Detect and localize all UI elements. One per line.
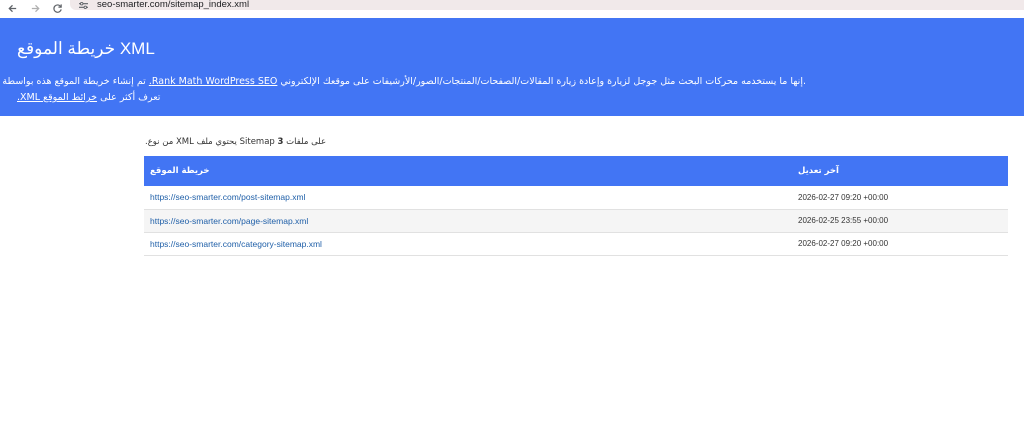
summary-post: .من نوع XML يحتوي ملف Sitemap [145, 137, 275, 147]
browser-toolbar: seo-smarter.com/sitemap_index.xml [0, 0, 1024, 18]
learn-more-text: تعرف أكثر على [100, 92, 161, 103]
url-text[interactable]: seo-smarter.com/sitemap_index.xml [97, 0, 249, 10]
description-text: .إنها ما يستخدمه محركات البحث مثل جوجل ل… [280, 76, 806, 87]
description-tail: تم إنشاء خريطة الموقع هذه بواسطة إضافة [0, 76, 146, 87]
sitemap-link[interactable]: https://seo-smarter.com/page-sitemap.xml [150, 216, 308, 226]
page-title: خريطة الموقع XML [17, 39, 155, 58]
sitemap-summary: .من نوع XML يحتوي ملف Sitemap 3 على ملفا… [145, 137, 326, 147]
table-header-row: خريطة الموقع آخر تعديل [144, 156, 1008, 186]
address-bar[interactable]: seo-smarter.com/sitemap_index.xml [70, 0, 1024, 10]
last-modified-cell: 2026-02-27 09:20 +00:00 [792, 232, 1008, 256]
rank-math-link[interactable]: Rank Math WordPress SEO. [149, 76, 278, 87]
sitemap-link[interactable]: https://seo-smarter.com/category-sitemap… [150, 239, 322, 249]
sitemap-header: خريطة الموقع XML .إنها ما يستخدمه محركات… [0, 18, 1024, 116]
sitemaps-link[interactable]: خرائط الموقع XML. [17, 92, 97, 103]
sitemap-link[interactable]: https://seo-smarter.com/post-sitemap.xml [150, 192, 305, 202]
site-info-icon[interactable] [77, 0, 89, 10]
column-header-last-modified: آخر تعديل [798, 166, 839, 176]
last-modified-cell: 2026-02-27 09:20 +00:00 [792, 186, 1008, 210]
forward-arrow-icon[interactable] [28, 1, 42, 15]
column-header-sitemap: خريطة الموقع [150, 166, 210, 176]
table-row: https://seo-smarter.com/post-sitemap.xml… [144, 186, 1008, 210]
sitemap-table: خريطة الموقع آخر تعديل https://seo-smart… [144, 156, 1008, 256]
reload-icon[interactable] [50, 1, 64, 15]
summary-pre: على ملفات [286, 137, 327, 147]
sitemap-count: 3 [277, 137, 284, 147]
back-arrow-icon[interactable] [5, 1, 19, 15]
last-modified-cell: 2026-02-25 23:55 +00:00 [792, 209, 1008, 233]
table-row: https://seo-smarter.com/page-sitemap.xml… [144, 209, 1008, 233]
header-description-line2: تعرف أكثر على خرائط الموقع XML. [17, 91, 160, 105]
header-description-line1: .إنها ما يستخدمه محركات البحث مثل جوجل ل… [0, 75, 806, 89]
table-row: https://seo-smarter.com/category-sitemap… [144, 232, 1008, 256]
